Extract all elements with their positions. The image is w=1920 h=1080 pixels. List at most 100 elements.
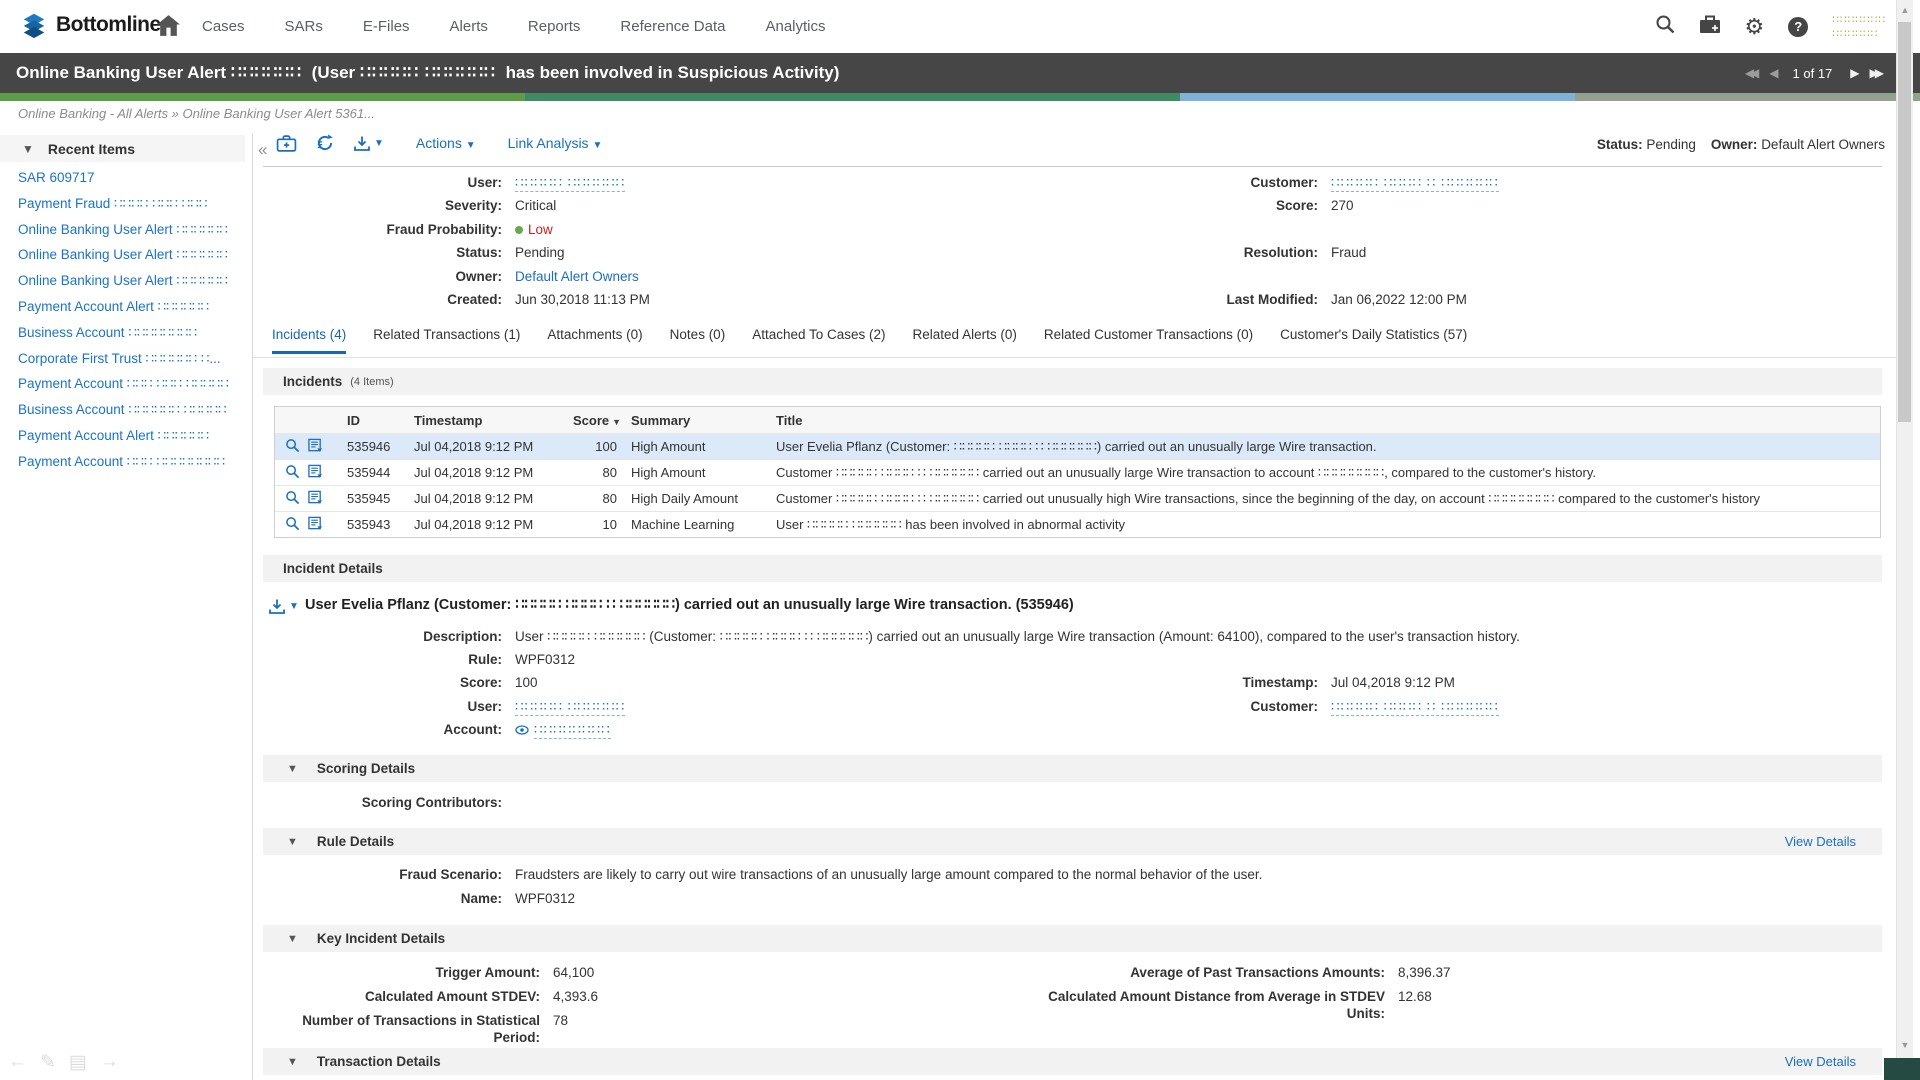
nav-alerts[interactable]: Alerts [450, 18, 488, 35]
scroll-up-icon[interactable]: ▲ [1899, 5, 1911, 15]
logged-in-user[interactable]: ∷∷∷∷∷∷∷ ∷∷∷∷∷∷ [1832, 13, 1886, 41]
preview-magnifier-icon[interactable] [285, 464, 300, 482]
incident-menu-icon[interactable] [308, 464, 323, 482]
collapse-panel-icon[interactable]: « [258, 140, 267, 160]
incident-menu-icon[interactable] [308, 490, 323, 508]
table-row[interactable]: 535943 Jul 04,2018 9:12 PM 10 Machine Le… [275, 511, 1880, 537]
bottomline-logo-icon [20, 11, 48, 39]
nav-utilities: ⚙ ? ∷∷∷∷∷∷∷ ∷∷∷∷∷∷ [1655, 0, 1887, 53]
nav-efiles[interactable]: E-Files [363, 18, 410, 35]
breadcrumb[interactable]: Online Banking - All Alerts » Online Ban… [18, 106, 375, 121]
section-collapse-icon[interactable]: ▼ [287, 933, 298, 945]
recent-item[interactable]: SAR 609717 [18, 170, 243, 196]
pager-prev-icon[interactable]: ◀ [1769, 66, 1774, 80]
rule-view-details-link[interactable]: View Details [1785, 834, 1856, 849]
field-transactions-count: Number of Transactions in Statistical Pe… [263, 1012, 568, 1046]
owner-link[interactable]: Default Alert Owners [515, 268, 639, 285]
recent-item[interactable]: Online Banking User Alert ∷∷∷∷∷∷ [18, 222, 243, 248]
help-icon[interactable]: ? [1788, 17, 1808, 37]
scrollbar-thumb[interactable] [1898, 22, 1911, 422]
tab-notes[interactable]: Notes (0) [670, 327, 726, 354]
strip-seg-green [0, 93, 525, 101]
col-score[interactable]: Score▼ [573, 413, 623, 428]
back-arrow-icon[interactable]: ← [8, 1051, 27, 1074]
tab-related-alerts[interactable]: Related Alerts (0) [913, 327, 1017, 354]
table-row[interactable]: 535945 Jul 04,2018 9:12 PM 80 High Daily… [275, 485, 1880, 511]
recent-item[interactable]: Online Banking User Alert ∷∷∷∷∷∷ [18, 247, 243, 273]
preview-magnifier-icon[interactable] [285, 516, 300, 534]
incident-score-value: 100 [515, 674, 538, 691]
incident-customer-link-redacted[interactable]: ∷∷∷∷∷ ∷∷∷∷ ∷ ∷∷∷∷∷∷ [1331, 698, 1499, 716]
new-case-icon[interactable] [1699, 15, 1721, 39]
recent-item[interactable]: Payment Account ∷∷∷ ∷∷∷ ∷∷∷∷∷ [18, 376, 243, 402]
settings-gear-icon[interactable]: ⚙ [1745, 17, 1765, 37]
col-title[interactable]: Title [766, 413, 1880, 428]
col-timestamp[interactable]: Timestamp [406, 413, 573, 428]
user-link-redacted[interactable]: ∷∷∷∷∷ ∷∷∷∷∷∷ [515, 174, 625, 192]
cell-score: 100 [573, 439, 623, 454]
incident-user-link-redacted[interactable]: ∷∷∷∷∷ ∷∷∷∷∷∷ [515, 698, 625, 716]
recent-item[interactable]: Business Account ∷∷∷∷∷∷∷∷ [18, 325, 243, 351]
pager-last-icon[interactable]: ▶▶ [1870, 66, 1880, 80]
field-incident-score: Score: 100 [263, 674, 538, 691]
nav-cases[interactable]: Cases [202, 18, 245, 35]
notes-icon[interactable]: ▤ [69, 1051, 87, 1074]
pager-first-icon[interactable]: ◀◀ [1745, 66, 1755, 80]
transaction-details-title: Transaction Details [317, 1054, 441, 1069]
home-icon[interactable] [156, 14, 181, 42]
scroll-down-icon[interactable]: ▼ [1899, 1040, 1911, 1050]
recent-item[interactable]: Online Banking User Alert ∷∷∷∷∷∷ [18, 273, 243, 299]
transaction-view-details-link[interactable]: View Details [1785, 1054, 1856, 1069]
recent-item[interactable]: Payment Account Alert ∷∷∷∷∷∷ [18, 299, 243, 325]
nav-analytics[interactable]: Analytics [765, 18, 825, 35]
tab-incidents[interactable]: Incidents (4) [272, 327, 346, 354]
tab-attached-to-cases[interactable]: Attached To Cases (2) [752, 327, 885, 354]
nav-reports[interactable]: Reports [528, 18, 581, 35]
field-owner: Owner: Default Alert Owners [263, 268, 639, 285]
col-summary[interactable]: Summary [623, 413, 766, 428]
pager-next-icon[interactable]: ▶ [1850, 66, 1855, 80]
edit-pencil-icon[interactable]: ✎ [40, 1051, 56, 1074]
table-row[interactable]: 535944 Jul 04,2018 9:12 PM 80 High Amoun… [275, 459, 1880, 485]
tab-attachments[interactable]: Attachments (0) [547, 327, 642, 354]
search-icon[interactable] [1655, 14, 1675, 39]
preview-magnifier-icon[interactable] [285, 490, 300, 508]
score-value: 270 [1331, 197, 1354, 214]
table-row[interactable]: 535946 Jul 04,2018 9:12 PM 100 High Amou… [275, 433, 1880, 459]
tab-customers-daily-statistics[interactable]: Customer's Daily Statistics (57) [1280, 327, 1467, 354]
brand-logo[interactable]: Bottomline [20, 11, 161, 39]
incident-account-link-redacted[interactable]: ∷∷∷∷∷∷∷∷ [534, 721, 611, 739]
tab-related-customer-transactions[interactable]: Related Customer Transactions (0) [1044, 327, 1253, 354]
section-collapse-icon[interactable]: ▼ [287, 1056, 298, 1068]
recent-item[interactable]: Payment Fraud ∷∷∷∷ ∷∷∷ ∷∷∷ [18, 196, 243, 222]
attach-to-case-icon[interactable] [276, 134, 297, 153]
recent-item[interactable]: Payment Account ∷∷∷ ∷∷∷∷∷∷∷∷ [18, 454, 243, 480]
eye-icon[interactable] [515, 722, 529, 739]
reassign-refresh-icon[interactable] [315, 133, 335, 153]
field-incident-user: User: ∷∷∷∷∷ ∷∷∷∷∷∷ [263, 698, 625, 716]
link-analysis-dropdown[interactable]: Link Analysis ▼ [508, 135, 603, 151]
actions-dropdown[interactable]: Actions ▼ [416, 135, 476, 151]
amount-stdev-value: 4,393.6 [553, 988, 598, 1005]
nav-reference-data[interactable]: Reference Data [620, 18, 725, 35]
recent-item[interactable]: Corporate First Trust ∷∷∷∷∷∷ ∷... [18, 351, 243, 377]
preview-magnifier-icon[interactable] [285, 438, 300, 456]
incident-menu-icon[interactable] [308, 438, 323, 456]
section-collapse-icon[interactable]: ▼ [287, 836, 298, 848]
section-collapse-icon[interactable]: ▼ [287, 763, 298, 775]
customer-link-redacted[interactable]: ∷∷∷∷∷ ∷∷∷∷ ∷ ∷∷∷∷∷∷ [1331, 174, 1499, 192]
tab-related-transactions[interactable]: Related Transactions (1) [373, 327, 520, 354]
description-label: Description: [263, 628, 502, 645]
incident-menu-icon[interactable] [308, 516, 323, 534]
download-icon[interactable]: ▼ [353, 135, 384, 152]
col-id[interactable]: ID [339, 413, 406, 428]
probability-dot-icon [515, 226, 523, 234]
collapse-caret-icon[interactable]: ▼ [22, 142, 34, 156]
recent-item[interactable]: Payment Account Alert ∷∷∷∷∷∷ [18, 428, 243, 454]
forward-arrow-icon[interactable]: → [100, 1051, 119, 1074]
recent-item[interactable]: Business Account ∷∷∷∷∷∷ ∷∷∷∷∷ [18, 402, 243, 428]
recent-items-header[interactable]: ▼ Recent Items [0, 135, 245, 162]
nav-sars[interactable]: SARs [285, 18, 323, 35]
incident-account-label: Account: [263, 721, 502, 739]
incident-download-icon[interactable]: ▼ [268, 598, 299, 615]
